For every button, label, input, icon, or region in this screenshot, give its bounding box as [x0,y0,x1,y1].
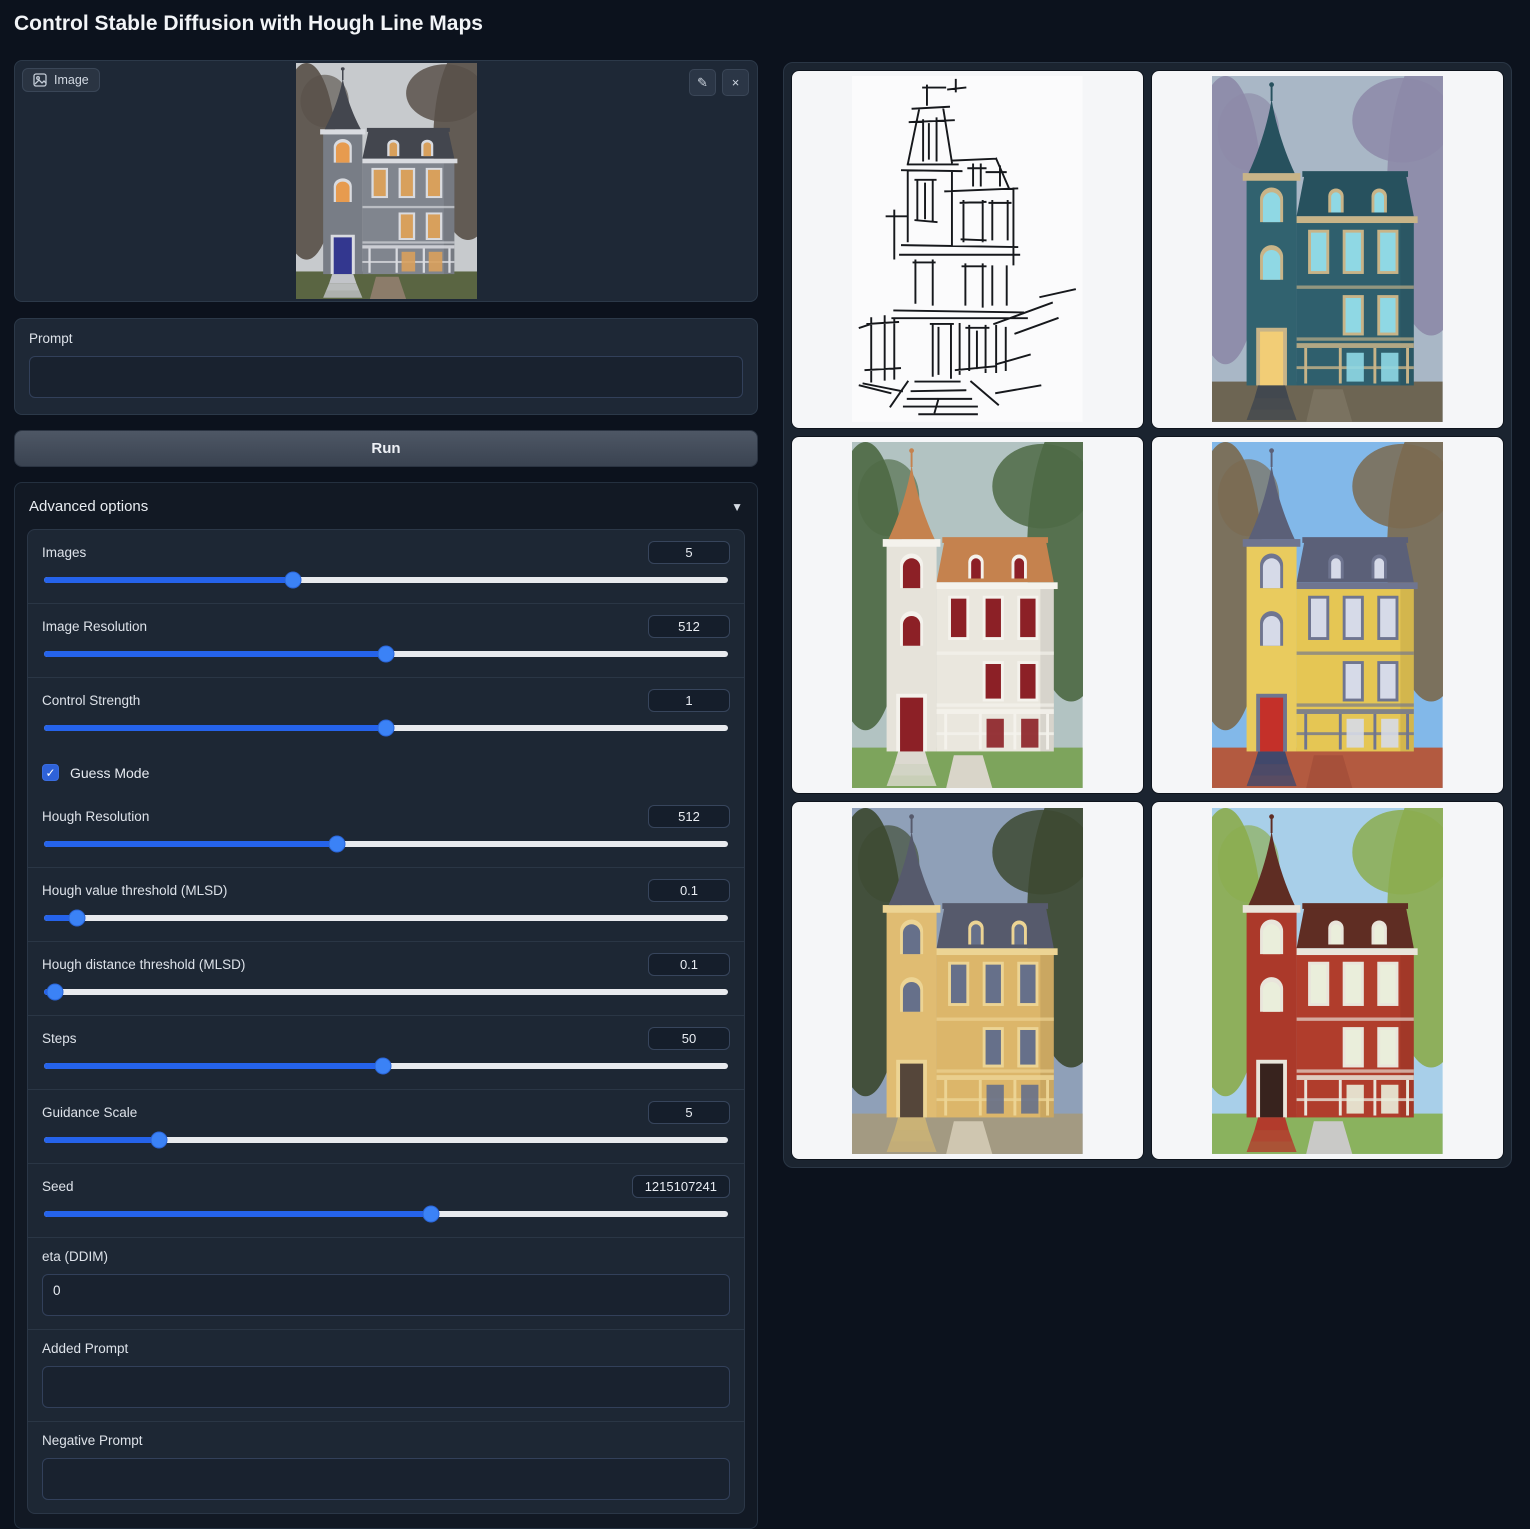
gallery-item[interactable] [791,70,1144,429]
slider-handle[interactable] [423,1206,440,1223]
gallery-item[interactable] [791,801,1144,1160]
gallery-item[interactable] [1151,801,1504,1160]
slider-label: Hough Resolution [42,809,149,824]
slider-label: Hough value threshold (MLSD) [42,883,227,898]
textbox-input[interactable] [42,1366,730,1408]
slider-value-input[interactable]: 512 [648,615,730,638]
textbox-input[interactable] [42,1274,730,1316]
result-gallery [783,62,1512,1168]
page-title: Control Stable Diffusion with Hough Line… [14,12,483,36]
prompt-block: Prompt [14,318,758,415]
advanced-options-accordion: Advanced options ▼ Images 5 Image Resolu… [14,482,758,1529]
textbox-row: Negative Prompt [28,1421,744,1513]
textbox-input[interactable] [42,1458,730,1500]
advanced-options-header[interactable]: Advanced options ▼ [15,483,757,529]
slider-fill [44,1211,431,1217]
slider-track[interactable] [44,1211,728,1217]
uploaded-photo-wrap [15,61,757,301]
slider-value-input[interactable]: 50 [648,1027,730,1050]
slider-label: Guidance Scale [42,1105,137,1120]
checkbox-label: Guess Mode [70,765,149,781]
slider-row: Hough value threshold (MLSD) 0.1 [28,867,744,941]
slider-handle[interactable] [150,1132,167,1149]
image-upload-panel[interactable]: Image ✎ × [14,60,758,302]
slider-fill [44,1063,383,1069]
slider-value-input[interactable]: 5 [648,541,730,564]
slider-handle[interactable] [374,1058,391,1075]
gallery-painting-image[interactable] [852,808,1083,1154]
textbox-row: Added Prompt [28,1329,744,1421]
image-label: Image [54,73,89,87]
hough-line-map-image[interactable] [852,76,1083,422]
prompt-input[interactable] [29,356,743,398]
slider-label: Control Strength [42,693,140,708]
gallery-item[interactable] [1151,70,1504,429]
input-image[interactable] [296,63,477,299]
slider-value-input[interactable]: 0.1 [648,953,730,976]
slider-row: Hough distance threshold (MLSD) 0.1 [28,941,744,1015]
slider-label: Seed [42,1179,74,1194]
edit-pencil-icon: ✎ [697,75,708,91]
slider-row: Image Resolution 512 [28,603,744,677]
slider-fill [44,577,293,583]
image-icon [33,73,47,87]
slider-row: Seed 1215107241 [28,1163,744,1237]
gallery-painting-image[interactable] [1212,76,1443,422]
slider-row: Steps 50 [28,1015,744,1089]
slider-row: Hough Resolution 512 [28,794,744,867]
slider-track[interactable] [44,725,728,731]
slider-track[interactable] [44,1137,728,1143]
slider-handle[interactable] [46,984,63,1001]
slider-handle[interactable] [378,720,395,737]
slider-fill [44,1137,159,1143]
gallery-painting-image[interactable] [1212,808,1443,1154]
slider-handle[interactable] [378,646,395,663]
slider-fill [44,651,386,657]
slider-label: Steps [42,1031,77,1046]
controls-column: Image ✎ × Prompt Run Advanced options ▼ [14,60,758,1529]
edit-image-button[interactable]: ✎ [689,69,716,96]
textbox-label: eta (DDIM) [42,1249,730,1264]
slider-label: Images [42,545,86,560]
slider-label: Hough distance threshold (MLSD) [42,957,245,972]
slider-value-input[interactable]: 512 [648,805,730,828]
slider-track[interactable] [44,841,728,847]
gallery-item[interactable] [791,436,1144,795]
gallery-item[interactable] [1151,436,1504,795]
gallery-painting-image[interactable] [852,442,1083,788]
slider-row: Guidance Scale 5 [28,1089,744,1163]
slider-value-input[interactable]: 0.1 [648,879,730,902]
slider-row: Images 5 [28,530,744,603]
close-icon: × [732,75,740,90]
slider-track[interactable] [44,577,728,583]
slider-handle[interactable] [284,572,301,589]
image-label-badge: Image [22,68,100,92]
slider-fill [44,841,337,847]
clear-image-button[interactable]: × [722,69,749,96]
slider-handle[interactable] [329,836,346,853]
slider-track[interactable] [44,989,728,995]
textbox-label: Negative Prompt [42,1433,730,1448]
slider-value-input[interactable]: 1215107241 [632,1175,730,1198]
slider-track[interactable] [44,915,728,921]
slider-track[interactable] [44,651,728,657]
textbox-row: eta (DDIM) [28,1237,744,1329]
slider-row: Control Strength 1 [28,677,744,751]
textbox-label: Added Prompt [42,1341,730,1356]
guess-mode-checkbox[interactable] [42,764,59,781]
checkbox-row[interactable]: Guess Mode [28,751,744,794]
prompt-label: Prompt [29,331,743,346]
advanced-options-form: Images 5 Image Resolution 512 Control St… [27,529,745,1514]
slider-fill [44,725,386,731]
slider-value-input[interactable]: 1 [648,689,730,712]
advanced-options-label: Advanced options [29,498,148,515]
slider-track[interactable] [44,1063,728,1069]
gallery-painting-image[interactable] [1212,442,1443,788]
slider-value-input[interactable]: 5 [648,1101,730,1124]
slider-handle[interactable] [68,910,85,927]
chevron-down-icon: ▼ [731,500,743,514]
run-button[interactable]: Run [14,430,758,467]
slider-label: Image Resolution [42,619,147,634]
gallery-grid [791,70,1504,1160]
